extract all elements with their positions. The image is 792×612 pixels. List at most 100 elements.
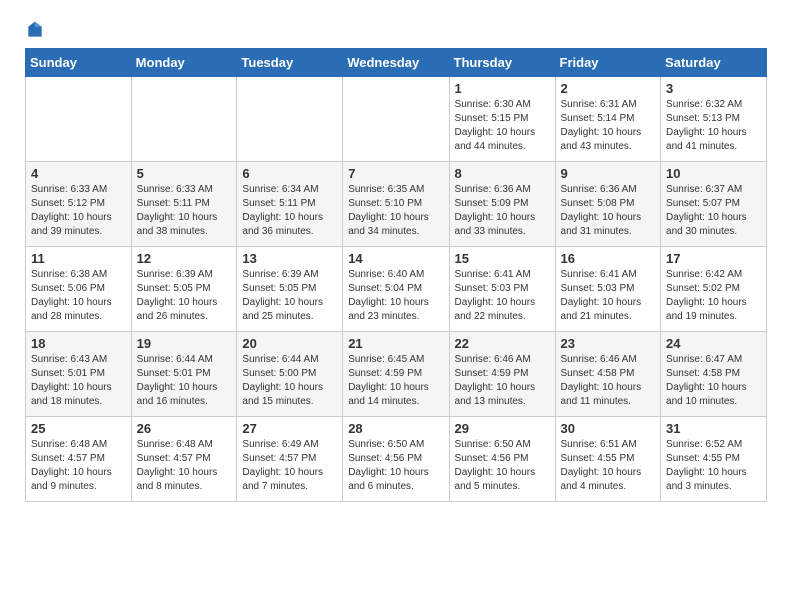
calendar-cell: 17 Sunrise: 6:42 AM Sunset: 5:02 PM Dayli… (661, 247, 767, 332)
day-number: 20 (242, 336, 337, 351)
calendar-cell: 30 Sunrise: 6:51 AM Sunset: 4:55 PM Dayli… (555, 417, 661, 502)
calendar-cell (131, 77, 237, 162)
day-number: 10 (666, 166, 761, 181)
weekday-header-monday: Monday (131, 49, 237, 77)
day-number: 29 (455, 421, 550, 436)
day-number: 23 (561, 336, 656, 351)
day-number: 26 (137, 421, 232, 436)
day-number: 14 (348, 251, 443, 266)
day-info: Sunrise: 6:32 AM Sunset: 5:13 PM Dayligh… (666, 98, 761, 154)
day-info: Sunrise: 6:44 AM Sunset: 5:00 PM Dayligh… (242, 353, 337, 409)
logo (25, 20, 49, 40)
calendar-header-row: SundayMondayTuesdayWednesdayThursdayFrid… (26, 49, 767, 77)
calendar-cell: 29 Sunrise: 6:50 AM Sunset: 4:56 PM Dayli… (449, 417, 555, 502)
day-info: Sunrise: 6:38 AM Sunset: 5:06 PM Dayligh… (31, 268, 126, 324)
day-info: Sunrise: 6:44 AM Sunset: 5:01 PM Dayligh… (137, 353, 232, 409)
calendar-cell: 19 Sunrise: 6:44 AM Sunset: 5:01 PM Dayli… (131, 332, 237, 417)
calendar-cell (26, 77, 132, 162)
day-number: 17 (666, 251, 761, 266)
day-number: 4 (31, 166, 126, 181)
day-number: 13 (242, 251, 337, 266)
day-info: Sunrise: 6:50 AM Sunset: 4:56 PM Dayligh… (455, 438, 550, 494)
day-info: Sunrise: 6:33 AM Sunset: 5:12 PM Dayligh… (31, 183, 126, 239)
day-info: Sunrise: 6:49 AM Sunset: 4:57 PM Dayligh… (242, 438, 337, 494)
weekday-header-wednesday: Wednesday (343, 49, 449, 77)
calendar-cell: 15Sunrise: 6:41 AM Sunset: 5:03 PM Dayli… (449, 247, 555, 332)
day-info: Sunrise: 6:43 AM Sunset: 5:01 PM Dayligh… (31, 353, 126, 409)
day-number: 25 (31, 421, 126, 436)
day-number: 11 (31, 251, 126, 266)
day-info: Sunrise: 6:50 AM Sunset: 4:56 PM Dayligh… (348, 438, 443, 494)
calendar-week-5: 25 Sunrise: 6:48 AM Sunset: 4:57 PM Dayli… (26, 417, 767, 502)
calendar-cell: 14Sunrise: 6:40 AM Sunset: 5:04 PM Dayli… (343, 247, 449, 332)
calendar-cell (237, 77, 343, 162)
day-info: Sunrise: 6:47 AM Sunset: 4:58 PM Dayligh… (666, 353, 761, 409)
day-info: Sunrise: 6:48 AM Sunset: 4:57 PM Dayligh… (31, 438, 126, 494)
weekday-header-saturday: Saturday (661, 49, 767, 77)
day-info: Sunrise: 6:45 AM Sunset: 4:59 PM Dayligh… (348, 353, 443, 409)
day-number: 15 (455, 251, 550, 266)
calendar-cell: 21Sunrise: 6:45 AM Sunset: 4:59 PM Dayli… (343, 332, 449, 417)
calendar-week-3: 11 Sunrise: 6:38 AM Sunset: 5:06 PM Dayli… (26, 247, 767, 332)
calendar-cell: 16Sunrise: 6:41 AM Sunset: 5:03 PM Dayli… (555, 247, 661, 332)
calendar-week-4: 18 Sunrise: 6:43 AM Sunset: 5:01 PM Dayli… (26, 332, 767, 417)
day-number: 7 (348, 166, 443, 181)
day-info: Sunrise: 6:33 AM Sunset: 5:11 PM Dayligh… (137, 183, 232, 239)
calendar-cell: 5 Sunrise: 6:33 AM Sunset: 5:11 PM Daylig… (131, 162, 237, 247)
day-info: Sunrise: 6:36 AM Sunset: 5:09 PM Dayligh… (455, 183, 550, 239)
day-number: 6 (242, 166, 337, 181)
day-info: Sunrise: 6:48 AM Sunset: 4:57 PM Dayligh… (137, 438, 232, 494)
day-number: 30 (561, 421, 656, 436)
day-number: 19 (137, 336, 232, 351)
day-info: Sunrise: 6:46 AM Sunset: 4:59 PM Dayligh… (455, 353, 550, 409)
day-info: Sunrise: 6:36 AM Sunset: 5:08 PM Dayligh… (561, 183, 656, 239)
calendar-cell: 12 Sunrise: 6:39 AM Sunset: 5:05 PM Dayli… (131, 247, 237, 332)
day-info: Sunrise: 6:41 AM Sunset: 5:03 PM Dayligh… (561, 268, 656, 324)
day-number: 1 (455, 81, 550, 96)
day-number: 9 (561, 166, 656, 181)
calendar-cell: 23 Sunrise: 6:46 AM Sunset: 4:58 PM Dayli… (555, 332, 661, 417)
day-number: 18 (31, 336, 126, 351)
calendar-cell: 2 Sunrise: 6:31 AM Sunset: 5:14 PM Daylig… (555, 77, 661, 162)
weekday-header-thursday: Thursday (449, 49, 555, 77)
day-number: 2 (561, 81, 656, 96)
weekday-header-tuesday: Tuesday (237, 49, 343, 77)
calendar-cell: 18 Sunrise: 6:43 AM Sunset: 5:01 PM Dayli… (26, 332, 132, 417)
day-number: 3 (666, 81, 761, 96)
day-number: 28 (348, 421, 443, 436)
day-info: Sunrise: 6:39 AM Sunset: 5:05 PM Dayligh… (137, 268, 232, 324)
calendar-cell: 3 Sunrise: 6:32 AM Sunset: 5:13 PM Daylig… (661, 77, 767, 162)
day-info: Sunrise: 6:42 AM Sunset: 5:02 PM Dayligh… (666, 268, 761, 324)
page-header (25, 20, 767, 40)
calendar-cell: 6 Sunrise: 6:34 AM Sunset: 5:11 PM Daylig… (237, 162, 343, 247)
calendar-cell: 1 Sunrise: 6:30 AM Sunset: 5:15 PM Daylig… (449, 77, 555, 162)
calendar-cell: 28 Sunrise: 6:50 AM Sunset: 4:56 PM Dayli… (343, 417, 449, 502)
day-number: 31 (666, 421, 761, 436)
calendar-cell: 24Sunrise: 6:47 AM Sunset: 4:58 PM Dayli… (661, 332, 767, 417)
weekday-header-friday: Friday (555, 49, 661, 77)
day-number: 27 (242, 421, 337, 436)
day-number: 12 (137, 251, 232, 266)
calendar-week-2: 4 Sunrise: 6:33 AM Sunset: 5:12 PM Daylig… (26, 162, 767, 247)
calendar-cell: 31 Sunrise: 6:52 AM Sunset: 4:55 PM Dayli… (661, 417, 767, 502)
calendar-cell: 20 Sunrise: 6:44 AM Sunset: 5:00 PM Dayli… (237, 332, 343, 417)
day-info: Sunrise: 6:52 AM Sunset: 4:55 PM Dayligh… (666, 438, 761, 494)
calendar-cell: 11 Sunrise: 6:38 AM Sunset: 5:06 PM Dayli… (26, 247, 132, 332)
day-info: Sunrise: 6:51 AM Sunset: 4:55 PM Dayligh… (561, 438, 656, 494)
calendar-cell: 7 Sunrise: 6:35 AM Sunset: 5:10 PM Daylig… (343, 162, 449, 247)
day-info: Sunrise: 6:46 AM Sunset: 4:58 PM Dayligh… (561, 353, 656, 409)
calendar-cell: 26 Sunrise: 6:48 AM Sunset: 4:57 PM Dayli… (131, 417, 237, 502)
day-info: Sunrise: 6:34 AM Sunset: 5:11 PM Dayligh… (242, 183, 337, 239)
calendar-cell (343, 77, 449, 162)
calendar-cell: 22 Sunrise: 6:46 AM Sunset: 4:59 PM Dayli… (449, 332, 555, 417)
day-info: Sunrise: 6:35 AM Sunset: 5:10 PM Dayligh… (348, 183, 443, 239)
calendar-cell: 13Sunrise: 6:39 AM Sunset: 5:05 PM Dayli… (237, 247, 343, 332)
day-number: 8 (455, 166, 550, 181)
day-number: 22 (455, 336, 550, 351)
day-info: Sunrise: 6:30 AM Sunset: 5:15 PM Dayligh… (455, 98, 550, 154)
calendar-cell: 25 Sunrise: 6:48 AM Sunset: 4:57 PM Dayli… (26, 417, 132, 502)
day-info: Sunrise: 6:31 AM Sunset: 5:14 PM Dayligh… (561, 98, 656, 154)
calendar-cell: 27 Sunrise: 6:49 AM Sunset: 4:57 PM Dayli… (237, 417, 343, 502)
day-number: 5 (137, 166, 232, 181)
calendar-cell: 8 Sunrise: 6:36 AM Sunset: 5:09 PM Daylig… (449, 162, 555, 247)
